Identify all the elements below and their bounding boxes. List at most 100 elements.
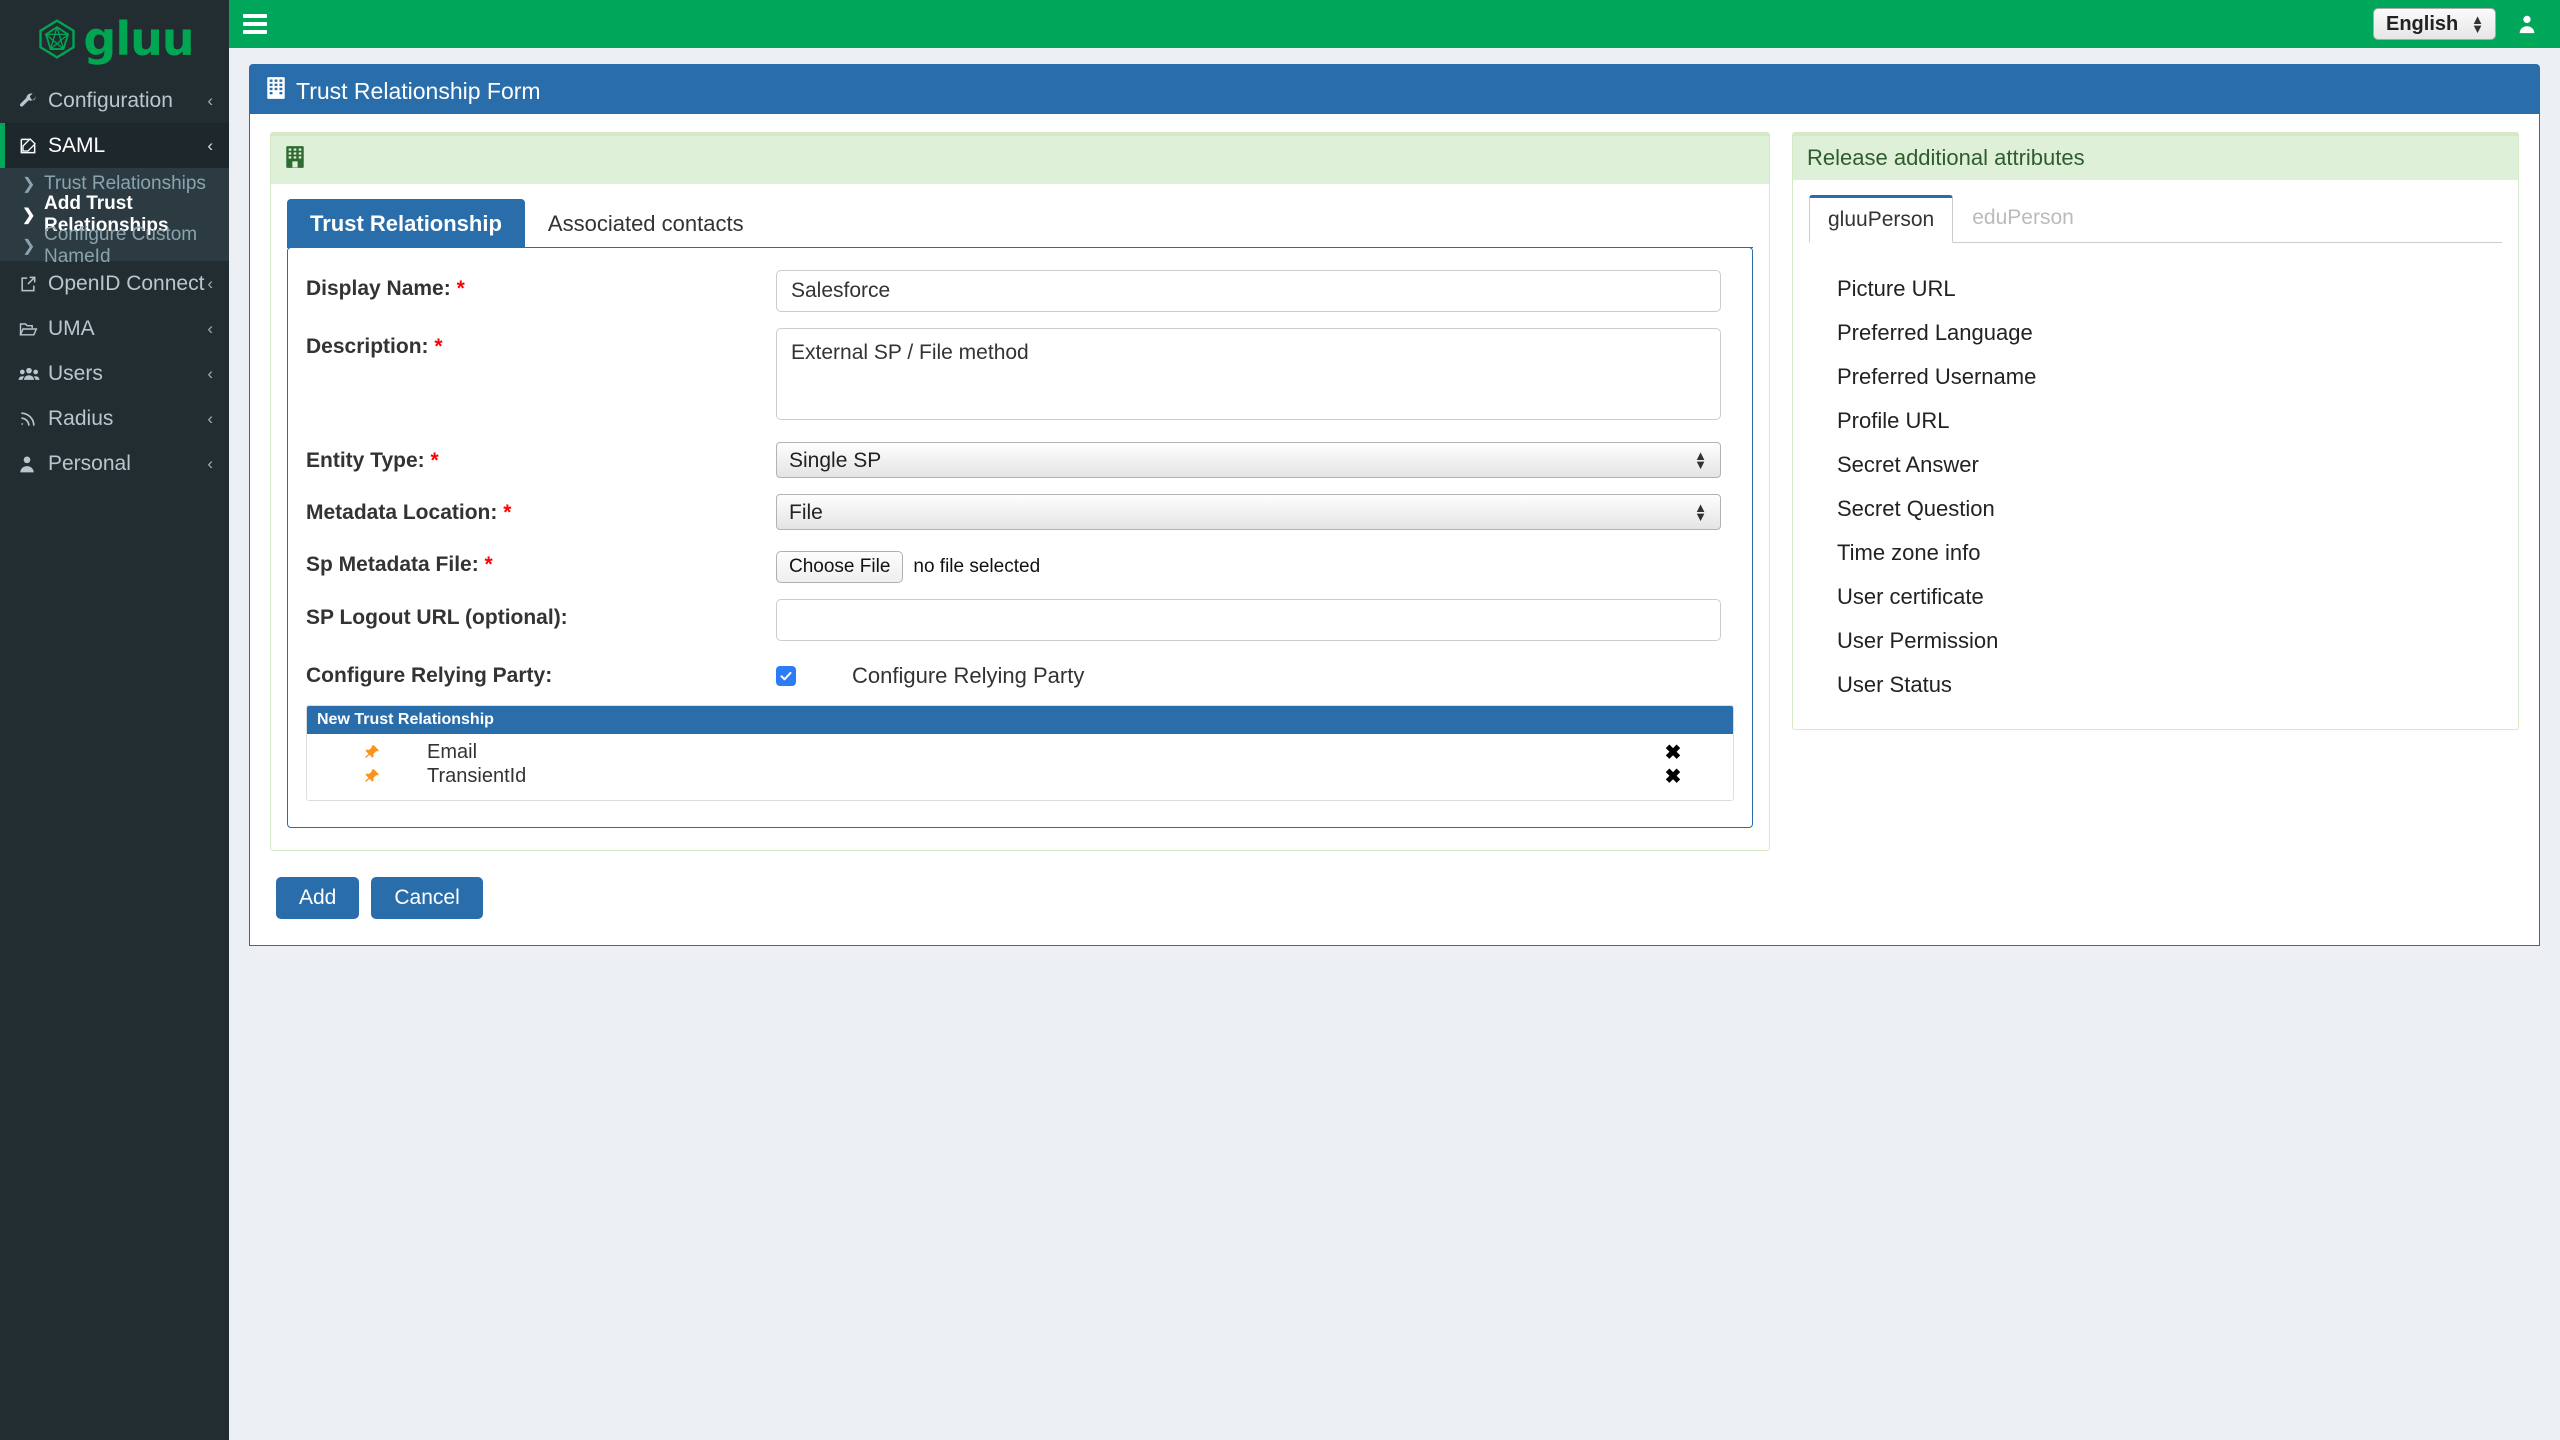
attribute-schema-tabs: gluuPerson eduPerson bbox=[1809, 194, 2502, 243]
chevron-left-icon: ‹ bbox=[207, 453, 213, 473]
sidebar-subitem-configure-custom-nameid[interactable]: ❯ Configure Custom NameId bbox=[0, 224, 229, 267]
header-right-group: English ▲ ▼ bbox=[2373, 8, 2560, 40]
list-item[interactable]: Preferred Language bbox=[1837, 311, 2502, 355]
close-x-icon[interactable]: ✖ bbox=[1613, 740, 1733, 765]
tab-label: Trust Relationship bbox=[310, 211, 502, 236]
configure-relying-party-checkbox[interactable] bbox=[776, 666, 796, 686]
sidebar-item-personal[interactable]: Personal ‹ bbox=[0, 441, 229, 486]
file-selection-status: no file selected bbox=[913, 556, 1041, 577]
panel-header: Trust Relationship Form bbox=[250, 68, 2539, 114]
metadata-location-select[interactable]: File bbox=[776, 494, 1721, 530]
folder-open-icon bbox=[18, 319, 48, 339]
add-button[interactable]: Add bbox=[276, 877, 360, 919]
table-row[interactable]: Email ✖ bbox=[307, 740, 1733, 764]
pushpin-icon bbox=[317, 768, 427, 784]
sp-logout-url-input[interactable] bbox=[776, 599, 1721, 641]
wrench-icon bbox=[18, 91, 48, 111]
sidebar-item-configuration[interactable]: Configuration ‹ bbox=[0, 78, 229, 123]
required-marker: * bbox=[503, 501, 512, 524]
list-item[interactable]: Picture URL bbox=[1837, 267, 2502, 311]
language-select-wrapper: English ▲ ▼ bbox=[2373, 8, 2496, 40]
sidebar-item-label: Configuration bbox=[48, 88, 173, 112]
chevron-left-icon: ‹ bbox=[207, 408, 213, 428]
content-area: Trust Relationship Form Trust Relationsh… bbox=[229, 48, 2560, 1440]
tab-eduperson[interactable]: eduPerson bbox=[1953, 195, 2093, 243]
chevron-right-icon: ❯ bbox=[22, 237, 36, 255]
building-green-icon bbox=[285, 145, 305, 175]
sidebar-item-label: Personal bbox=[48, 451, 131, 475]
table-body: Email ✖ TransientId ✖ bbox=[307, 734, 1733, 800]
sidebar-item-users[interactable]: Users ‹ bbox=[0, 351, 229, 396]
list-item[interactable]: Preferred Username bbox=[1837, 355, 2502, 399]
trust-relationship-form: Display Name: * Description: bbox=[287, 247, 1753, 828]
tab-label: Associated contacts bbox=[547, 211, 744, 236]
table-row-name: TransientId bbox=[427, 764, 527, 787]
form-box: Trust Relationship Associated contacts D… bbox=[270, 132, 1770, 851]
tab-gluuperson[interactable]: gluuPerson bbox=[1809, 195, 1954, 243]
list-item[interactable]: Secret Answer bbox=[1837, 443, 2502, 487]
form-box-header bbox=[271, 136, 1769, 184]
entity-type-select[interactable]: Single SP bbox=[776, 442, 1721, 478]
sidebar-item-saml[interactable]: SAML ‹ bbox=[0, 123, 229, 168]
list-item[interactable]: Secret Question bbox=[1837, 487, 2502, 531]
description-field-wrap: External SP / File method bbox=[776, 328, 1721, 426]
cancel-button[interactable]: Cancel bbox=[371, 877, 483, 919]
field-row-metadata-location: Metadata Location: * File ▲ ▼ bbox=[306, 494, 1734, 530]
sidebar-item-uma[interactable]: UMA ‹ bbox=[0, 306, 229, 351]
list-item[interactable]: Profile URL bbox=[1837, 399, 2502, 443]
list-item[interactable]: User certificate bbox=[1837, 575, 2502, 619]
external-link-icon bbox=[18, 274, 48, 294]
required-marker: * bbox=[430, 449, 439, 472]
sidebar-item-label: Users bbox=[48, 361, 103, 385]
sp-logout-url-label: SP Logout URL (optional): bbox=[306, 599, 776, 630]
configure-relying-party-label: Configure Relying Party: bbox=[306, 657, 776, 688]
metadata-location-label: Metadata Location: * bbox=[306, 494, 776, 525]
display-name-label: Display Name: * bbox=[306, 270, 776, 301]
configure-relying-party-checkbox-label: Configure Relying Party bbox=[852, 663, 1085, 688]
user-avatar-icon[interactable] bbox=[2516, 13, 2538, 35]
chevron-right-icon: ❯ bbox=[22, 175, 36, 193]
saml-submenu: ❯ Trust Relationships ❯ Add Trust Relati… bbox=[0, 168, 229, 267]
label-text: Description: bbox=[306, 335, 429, 358]
chevron-right-icon: ❯ bbox=[22, 206, 36, 224]
required-marker: * bbox=[434, 335, 443, 358]
field-row-sp-logout-url: SP Logout URL (optional): bbox=[306, 599, 1734, 641]
form-box-body: Trust Relationship Associated contacts D… bbox=[271, 184, 1769, 850]
label-text: Display Name: bbox=[306, 277, 451, 300]
list-item[interactable]: User Status bbox=[1837, 663, 2502, 707]
tab-associated-contacts[interactable]: Associated contacts bbox=[525, 199, 767, 248]
tab-trust-relationship[interactable]: Trust Relationship bbox=[287, 199, 525, 248]
sidebar-item-openid-connect[interactable]: OpenID Connect ‹ bbox=[0, 261, 229, 306]
release-attributes-header: Release additional attributes bbox=[1793, 136, 2518, 180]
table-row[interactable]: TransientId ✖ bbox=[307, 764, 1733, 788]
rss-icon bbox=[18, 409, 48, 429]
required-marker: * bbox=[484, 553, 493, 576]
sidebar-item-label: UMA bbox=[48, 316, 95, 340]
language-select[interactable]: English bbox=[2373, 8, 2496, 40]
list-item[interactable]: Time zone info bbox=[1837, 531, 2502, 575]
brand-logo[interactable]: gluu bbox=[0, 0, 229, 78]
field-row-display-name: Display Name: * bbox=[306, 270, 1734, 312]
description-textarea[interactable]: External SP / File method bbox=[776, 328, 1721, 420]
form-actions: Add Cancel bbox=[270, 851, 1770, 919]
edit-square-icon bbox=[18, 136, 48, 156]
display-name-input[interactable] bbox=[776, 270, 1721, 312]
sp-metadata-file-field-wrap: Choose File no file selected bbox=[776, 546, 1721, 583]
sidebar: gluu Configuration ‹ SAML ‹ ❯ Trust Rela… bbox=[0, 0, 229, 1440]
field-row-description: Description: * External SP / File method bbox=[306, 328, 1734, 426]
sp-logout-url-field-wrap bbox=[776, 599, 1721, 641]
chevron-left-icon: ‹ bbox=[207, 90, 213, 110]
chevron-left-icon: ‹ bbox=[207, 135, 213, 155]
hamburger-menu-icon[interactable] bbox=[229, 0, 281, 48]
entity-type-label: Entity Type: * bbox=[306, 442, 776, 473]
brand-name: gluu bbox=[83, 12, 194, 66]
sidebar-item-label: OpenID Connect bbox=[48, 271, 205, 295]
list-item[interactable]: User Permission bbox=[1837, 619, 2502, 663]
required-marker: * bbox=[456, 277, 465, 300]
field-row-sp-metadata-file: Sp Metadata File: * Choose File no file … bbox=[306, 546, 1734, 583]
choose-file-button[interactable]: Choose File bbox=[776, 551, 904, 583]
configure-relying-party-field-wrap: Configure Relying Party bbox=[776, 657, 1721, 689]
close-x-icon[interactable]: ✖ bbox=[1613, 764, 1733, 789]
sidebar-item-radius[interactable]: Radius ‹ bbox=[0, 396, 229, 441]
page-title: Trust Relationship Form bbox=[296, 77, 541, 104]
